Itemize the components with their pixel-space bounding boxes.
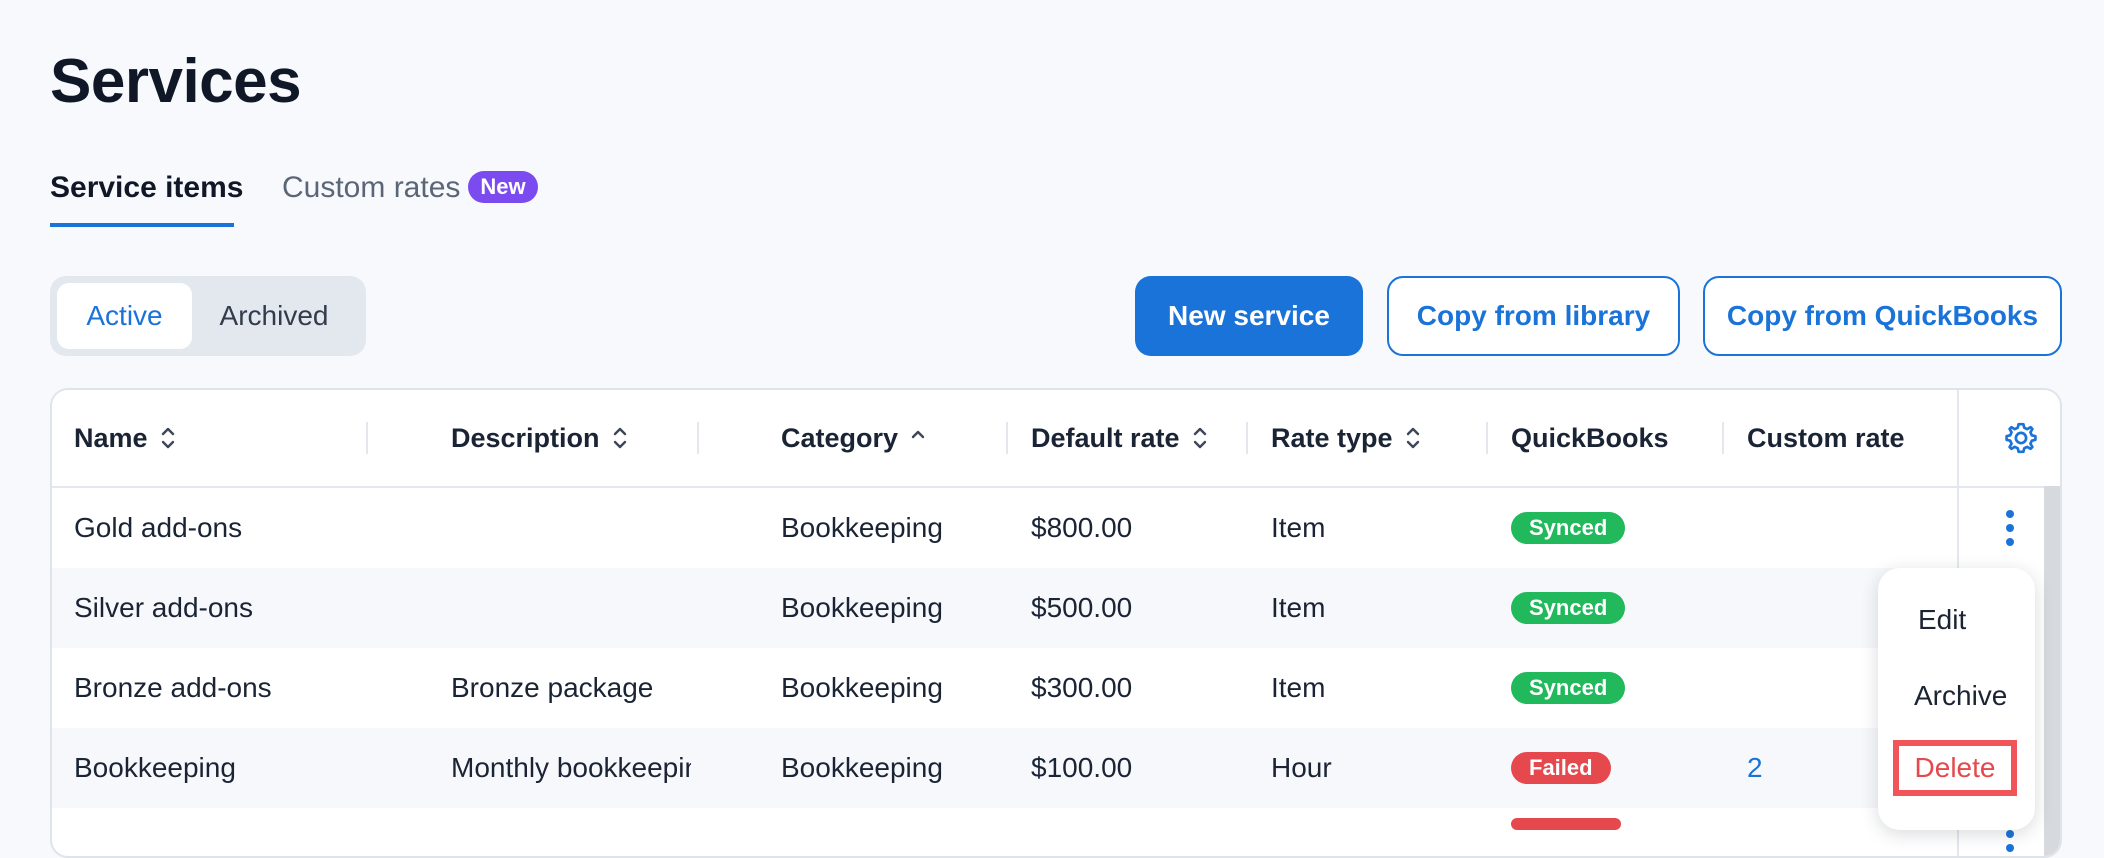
column-header-default-rate[interactable]: Default rate xyxy=(1031,390,1208,486)
column-label: Description xyxy=(451,422,600,453)
table-row[interactable] xyxy=(52,808,1957,856)
tab-label: Custom rates xyxy=(282,171,461,204)
column-header-quickbooks: QuickBooks xyxy=(1511,390,1669,486)
column-label: Custom rate xyxy=(1747,422,1905,453)
cell-name: Bookkeeping xyxy=(74,752,236,783)
cell-rate-type: Hour xyxy=(1271,752,1332,783)
new-service-button[interactable]: New service xyxy=(1135,276,1363,356)
cell-quickbooks: Failed xyxy=(1511,728,1721,808)
cell-category: Bookkeeping xyxy=(781,752,943,783)
cell-description: Bronze package xyxy=(451,672,654,703)
table-row[interactable]: Gold add-ons Bookkeeping $800.00 Item Sy… xyxy=(52,488,1957,568)
cell-description xyxy=(451,488,691,568)
cell-quickbooks xyxy=(1511,808,1721,856)
filter-active[interactable]: Active xyxy=(57,283,192,349)
status-badge xyxy=(1511,818,1621,830)
cell-rate-type: Item xyxy=(1271,592,1326,623)
column-header-description[interactable]: Description xyxy=(451,390,628,486)
column-label: Rate type xyxy=(1271,422,1393,453)
cell-category: Bookkeeping xyxy=(781,672,943,703)
cell-name: Silver add-ons xyxy=(74,592,253,623)
table-row[interactable]: Silver add-ons Bookkeeping $500.00 Item … xyxy=(52,568,1957,648)
cell-category: Bookkeeping xyxy=(781,592,943,623)
column-divider xyxy=(1486,422,1488,454)
tab-label: Service items xyxy=(50,171,244,204)
cell-description xyxy=(451,568,691,648)
table-scrollbar[interactable] xyxy=(2044,486,2060,856)
cell-custom-rate[interactable] xyxy=(1747,488,1947,568)
table-row[interactable]: Bronze add-ons Bronze package Bookkeepin… xyxy=(52,648,1957,728)
column-divider xyxy=(1722,422,1724,454)
copy-from-library-button[interactable]: Copy from library xyxy=(1387,276,1680,356)
column-divider xyxy=(1246,422,1248,454)
column-header-name[interactable]: Name xyxy=(74,390,176,486)
copy-from-quickbooks-button[interactable]: Copy from QuickBooks xyxy=(1703,276,2062,356)
column-header-custom-rate: Custom rate xyxy=(1747,390,1905,486)
services-table: Name Description Category Default rate R… xyxy=(50,388,2062,858)
tab-service-items[interactable]: Service items xyxy=(50,165,243,227)
status-badge: Failed xyxy=(1511,752,1611,784)
column-header-rate-type[interactable]: Rate type xyxy=(1271,390,1421,486)
new-badge: New xyxy=(468,171,538,203)
kebab-vertical-icon xyxy=(2006,510,2014,546)
menu-item-delete[interactable]: Delete xyxy=(1893,740,2017,796)
sort-updown-icon xyxy=(613,427,626,449)
status-badge: Synced xyxy=(1511,512,1626,544)
column-divider xyxy=(697,422,699,454)
cell-default-rate: $800.00 xyxy=(1031,512,1133,543)
sort-updown-icon xyxy=(1193,427,1206,449)
sort-updown-icon xyxy=(1406,427,1419,449)
chevron-up-icon xyxy=(911,430,925,439)
status-badge: Synced xyxy=(1511,592,1626,624)
cell-rate-type: Item xyxy=(1271,512,1326,543)
table-row[interactable]: Bookkeeping Monthly bookkeeping… Bookkee… xyxy=(52,728,1957,808)
cell-quickbooks: Synced xyxy=(1511,568,1721,648)
column-label: Category xyxy=(781,422,899,453)
menu-item-edit[interactable]: Edit xyxy=(1918,604,1966,636)
cell-quickbooks: Synced xyxy=(1511,648,1721,728)
column-label: QuickBooks xyxy=(1511,422,1669,453)
tab-custom-rates[interactable]: Custom rates New xyxy=(282,165,538,223)
page-title: Services xyxy=(50,47,302,116)
status-badge: Synced xyxy=(1511,672,1626,704)
column-divider xyxy=(366,422,368,454)
cell-default-rate: $300.00 xyxy=(1031,672,1133,703)
sort-updown-icon xyxy=(161,427,174,449)
column-label: Default rate xyxy=(1031,422,1180,453)
cell-category: Bookkeeping xyxy=(781,512,943,543)
cell-name: Bronze add-ons xyxy=(74,672,272,703)
cell-description: Monthly bookkeeping… xyxy=(451,752,691,783)
cell-quickbooks: Synced xyxy=(1511,488,1721,568)
status-filter: Active Archived xyxy=(50,276,366,356)
cell-default-rate: $500.00 xyxy=(1031,592,1133,623)
cell-rate-type: Item xyxy=(1271,672,1326,703)
gear-icon[interactable] xyxy=(2003,420,2039,456)
cell-default-rate: $100.00 xyxy=(1031,752,1133,783)
row-actions-button[interactable] xyxy=(1984,488,2036,568)
cell-name: Gold add-ons xyxy=(74,512,243,543)
column-divider xyxy=(1006,422,1008,454)
column-label: Name xyxy=(74,422,148,453)
filter-archived[interactable]: Archived xyxy=(194,283,354,349)
kebab-vertical-icon xyxy=(2006,830,2014,852)
row-actions-menu: Edit Archive Delete xyxy=(1878,568,2035,830)
column-header-category[interactable]: Category xyxy=(781,390,926,486)
table-header: Name Description Category Default rate R… xyxy=(52,390,2060,488)
menu-item-archive[interactable]: Archive xyxy=(1914,680,2007,712)
